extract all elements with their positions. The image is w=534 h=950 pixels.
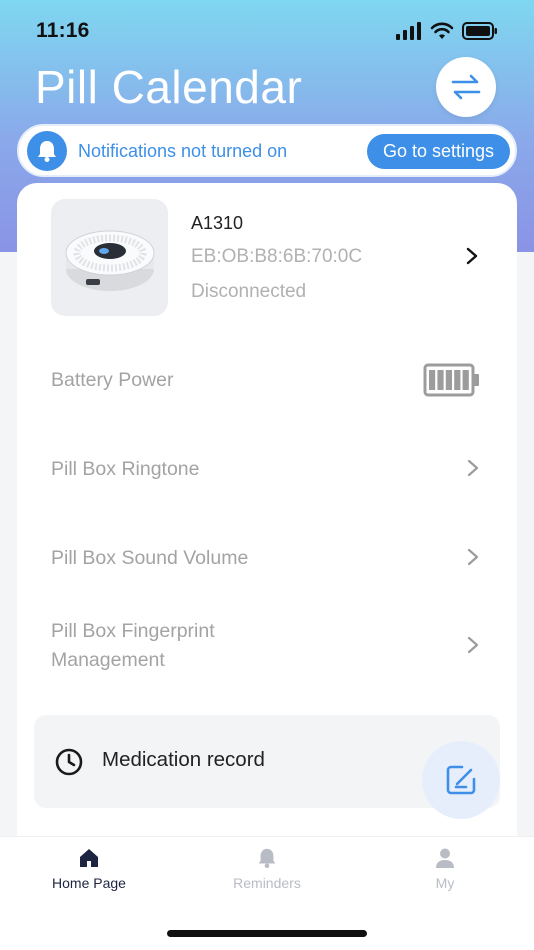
notification-message: Notifications not turned on (78, 141, 288, 161)
device-info-row[interactable]: A1310 EB:OB:B8:6B:70:0C Disconnected (17, 183, 517, 333)
sound-volume-label: Pill Box Sound Volume (51, 547, 249, 569)
signal-icon (396, 22, 421, 40)
battery-icon (423, 363, 479, 397)
device-mac-address: EB:OB:B8:6B:70:0C (191, 246, 363, 267)
edit-record-button[interactable] (422, 741, 500, 819)
chevron-right-icon (466, 247, 478, 265)
tab-my-label: My (435, 875, 455, 891)
chevron-right-icon (467, 459, 479, 477)
battery-cells (429, 370, 469, 390)
user-icon (436, 848, 454, 868)
swap-arrows-icon (451, 74, 481, 100)
switch-device-button[interactable] (436, 57, 496, 117)
home-icon (80, 849, 98, 867)
edit-icon (446, 765, 476, 795)
status-bar: 11:16 (0, 0, 534, 62)
battery-cell (445, 370, 452, 390)
clock-icon (55, 748, 83, 776)
ringtone-label: Pill Box Ringtone (51, 458, 200, 480)
wifi-icon (430, 22, 454, 39)
sound-volume-row[interactable]: Pill Box Sound Volume (17, 529, 517, 589)
tab-my[interactable]: My (375, 847, 515, 901)
battery-status-icon (462, 22, 497, 40)
medication-record-label: Medication record (102, 748, 265, 771)
bell-icon (258, 848, 276, 869)
battery-cell (454, 370, 461, 390)
battery-power-label: Battery Power (51, 369, 174, 391)
ringtone-row[interactable]: Pill Box Ringtone (17, 440, 517, 500)
status-icons (396, 22, 498, 40)
battery-cell (429, 370, 436, 390)
battery-cell (462, 370, 469, 390)
notification-bell-badge (27, 131, 67, 171)
fingerprint-label: Pill Box Fingerprint Management (51, 620, 215, 671)
chevron-right-icon (467, 548, 479, 566)
fingerprint-row[interactable]: Pill Box Fingerprint Management (17, 613, 517, 685)
tab-home-label: Home Page (52, 875, 126, 891)
notification-banner: Notifications not turned on Go to settin… (17, 124, 517, 177)
pill-box-image (51, 199, 168, 316)
chevron-right-icon (467, 636, 479, 654)
home-indicator (167, 930, 367, 937)
device-connection-status: Disconnected (191, 281, 307, 302)
tab-reminders[interactable]: Reminders (197, 847, 337, 901)
page-title: Pill Calendar (35, 61, 303, 113)
device-card: A1310 EB:OB:B8:6B:70:0C Disconnected Bat… (17, 183, 517, 836)
bell-icon (38, 141, 56, 162)
tab-reminders-label: Reminders (233, 875, 301, 891)
status-time: 11:16 (36, 19, 90, 42)
battery-cell (437, 370, 444, 390)
pill-box-icon (65, 230, 154, 291)
device-name: A1310 (191, 213, 244, 233)
go-to-settings-button[interactable]: Go to settings (367, 134, 510, 169)
tab-home[interactable]: Home Page (19, 847, 159, 901)
